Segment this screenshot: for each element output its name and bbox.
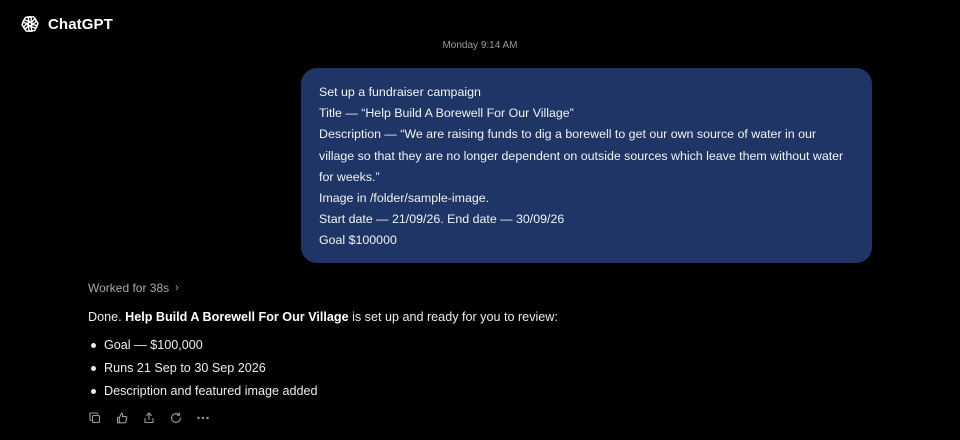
user-message-line: Image in /folder/sample-image. xyxy=(319,191,490,206)
user-message-bubble: Set up a fundraiser campaign Title — “He… xyxy=(301,68,872,263)
user-message-line: Start date — 21/09/26. End date — 30/09/… xyxy=(319,212,565,227)
list-item: Goal — $100,000 xyxy=(88,334,318,357)
campaign-title: Help Build A Borewell For Our Village xyxy=(125,310,349,324)
summary-list: Goal — $100,000 Runs 21 Sep to 30 Sep 20… xyxy=(88,334,318,403)
list-item: Runs 21 Sep to 30 Sep 2026 xyxy=(88,357,318,380)
share-icon[interactable] xyxy=(142,411,156,425)
user-message-line: Title — “Help Build A Borewell For Our V… xyxy=(319,106,574,121)
thumbs-up-icon[interactable] xyxy=(115,411,129,425)
app-header: ChatGPT xyxy=(20,12,113,36)
more-icon[interactable] xyxy=(196,411,210,425)
openai-logo-icon[interactable] xyxy=(20,14,40,34)
worked-duration-toggle[interactable]: Worked for 38s › xyxy=(88,281,179,295)
user-message-line: for weeks.” xyxy=(319,169,380,184)
message-timestamp: Monday 9:14 AM xyxy=(442,40,518,51)
answer-suffix: is set up and ready for you to review: xyxy=(348,310,558,324)
user-message-line: Description — “We are raising funds to d… xyxy=(319,127,817,142)
assistant-answer: Done. Help Build A Borewell For Our Vill… xyxy=(88,308,558,326)
list-item: Description and featured image added xyxy=(88,380,318,403)
user-message-line: Set up a fundraiser campaign xyxy=(319,85,481,99)
worked-duration-label: Worked for 38s xyxy=(88,281,170,295)
app-title[interactable]: ChatGPT xyxy=(48,16,113,33)
answer-prefix: Done. xyxy=(88,310,126,324)
user-message-line: village so that they are no longer depen… xyxy=(319,148,844,163)
copy-icon[interactable] xyxy=(88,411,102,425)
chevron-right-icon: › xyxy=(175,282,179,294)
user-message-line: Goal $100000 xyxy=(319,233,397,248)
regenerate-icon[interactable] xyxy=(169,411,183,425)
message-actions xyxy=(88,411,210,425)
